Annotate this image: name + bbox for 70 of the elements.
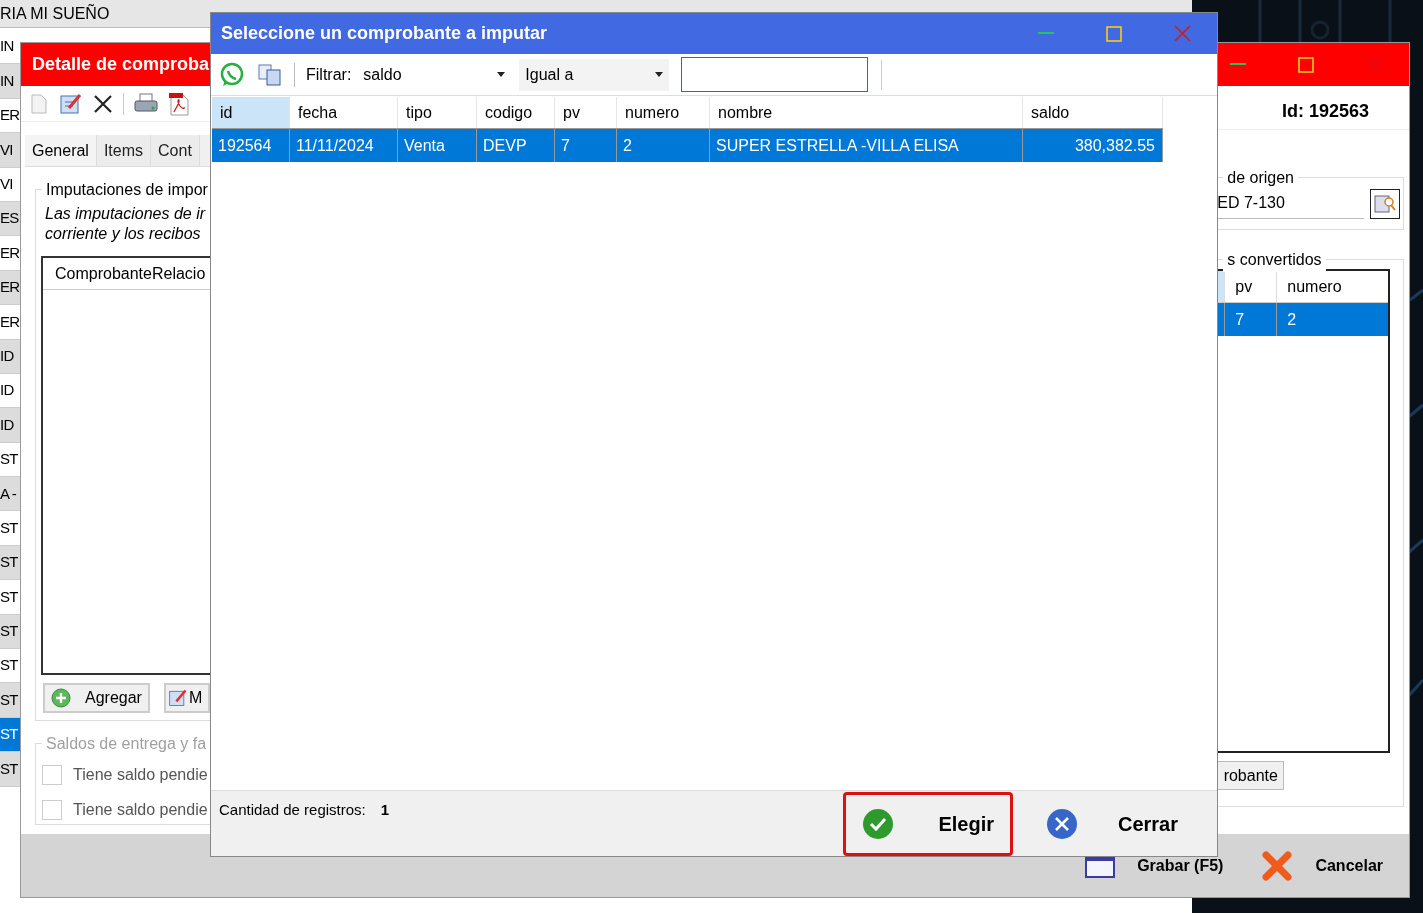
dialog-button[interactable]: Cerrar — [1027, 792, 1197, 856]
edit-icon — [168, 688, 188, 708]
maximize-icon[interactable] — [1298, 56, 1314, 73]
grid-row[interactable]: ST — [0, 752, 20, 787]
minimize-icon[interactable] — [1230, 63, 1246, 66]
grid-row[interactable]: ST — [0, 717, 20, 753]
copy-icon[interactable] — [257, 62, 283, 87]
record-count: 1 — [380, 800, 390, 820]
table-cell: DEVP — [477, 129, 555, 162]
column-header: numero — [1276, 271, 1388, 302]
table-cell: 7 — [1224, 303, 1277, 336]
operator-dropdown[interactable]: Igual a — [519, 58, 670, 91]
id-label: Id: 192563 — [1281, 100, 1369, 123]
lookup-button[interactable] — [1370, 188, 1400, 219]
window-title: Detalle de comproba — [31, 53, 210, 76]
minimize-icon[interactable] — [1038, 32, 1054, 35]
dialog-button[interactable]: Elegir — [843, 792, 1013, 856]
printer-icon[interactable] — [134, 92, 158, 115]
count-label: Cantidad de registros: — [219, 800, 366, 820]
table-cell: 7 — [555, 129, 617, 162]
grid-row[interactable]: ER — [0, 270, 20, 306]
grid-row[interactable]: ES — [0, 201, 20, 237]
dropdown-arrow-icon — [655, 72, 664, 77]
plus-circle-icon — [51, 688, 71, 708]
pdf-icon[interactable] — [168, 91, 190, 116]
grid-row[interactable]: ST — [0, 545, 20, 581]
table-cell: 11/11/2024 — [290, 129, 398, 162]
tab[interactable]: Cont — [151, 135, 200, 166]
tab[interactable]: Items — [96, 135, 152, 166]
grid-row[interactable]: VI — [0, 133, 20, 168]
dropdown-arrow-icon — [497, 72, 506, 77]
table-row[interactable]: 192564 11/11/2024 Venta DEVP 7 2 SUPER ESTRELLA -VILLA ELISA 380,382.55 — [212, 129, 1163, 162]
cross-icon — [1261, 849, 1294, 882]
chat-bubble-icon[interactable] — [219, 61, 245, 88]
action-button[interactable]: Agregar — [43, 683, 150, 713]
checkbox-label: Tiene saldo pendie — [73, 800, 208, 820]
table-cell: Venta — [398, 129, 477, 162]
grid-row[interactable]: ST — [0, 683, 20, 718]
grid-row[interactable]: IN — [0, 64, 20, 99]
close-icon[interactable] — [1174, 25, 1191, 42]
table-cell: 380,382.55 — [1023, 129, 1163, 162]
field-dropdown[interactable]: saldo — [359, 58, 512, 91]
footer-button[interactable]: Cancelar — [1257, 849, 1387, 882]
table-cell: 192564 — [212, 129, 290, 162]
tab[interactable]: General — [25, 135, 97, 166]
table-cell: 2 — [617, 129, 710, 162]
column-header[interactable]: id — [212, 97, 290, 128]
grid-row[interactable]: ID — [0, 339, 20, 374]
filter-value-field[interactable] — [681, 57, 869, 92]
table-cell: 2 — [1276, 303, 1388, 336]
delete-icon[interactable] — [93, 93, 113, 114]
table-cell: SUPER ESTRELLA -VILLA ELISA — [710, 129, 1023, 162]
table-cell-text: RIA MI SUEÑO — [0, 3, 110, 24]
checkbox-label: Tiene saldo pendie — [73, 765, 208, 785]
action-button[interactable]: M — [164, 683, 210, 713]
maximize-icon[interactable] — [1106, 25, 1122, 42]
new-document-icon[interactable] — [29, 92, 49, 115]
grid-row[interactable]: ID — [0, 408, 20, 443]
grid-row[interactable]: ST — [0, 614, 20, 650]
edit-icon[interactable] — [59, 91, 83, 116]
table-row[interactable]: 7 2 — [1217, 303, 1388, 336]
check-circle-icon — [862, 808, 894, 840]
action-button[interactable]: robante — [1217, 761, 1285, 790]
document-search-icon — [1374, 192, 1396, 215]
window-title: Seleccione un comprobante a imputar — [220, 22, 548, 45]
filter-label: Filtrar: — [306, 64, 352, 85]
grid-row[interactable]: A - — [0, 477, 20, 512]
column-header: pv — [1224, 271, 1277, 302]
close-circle-icon — [1046, 808, 1078, 840]
info-note: Las imputaciones de ir corriente y los recibos — [45, 204, 207, 244]
